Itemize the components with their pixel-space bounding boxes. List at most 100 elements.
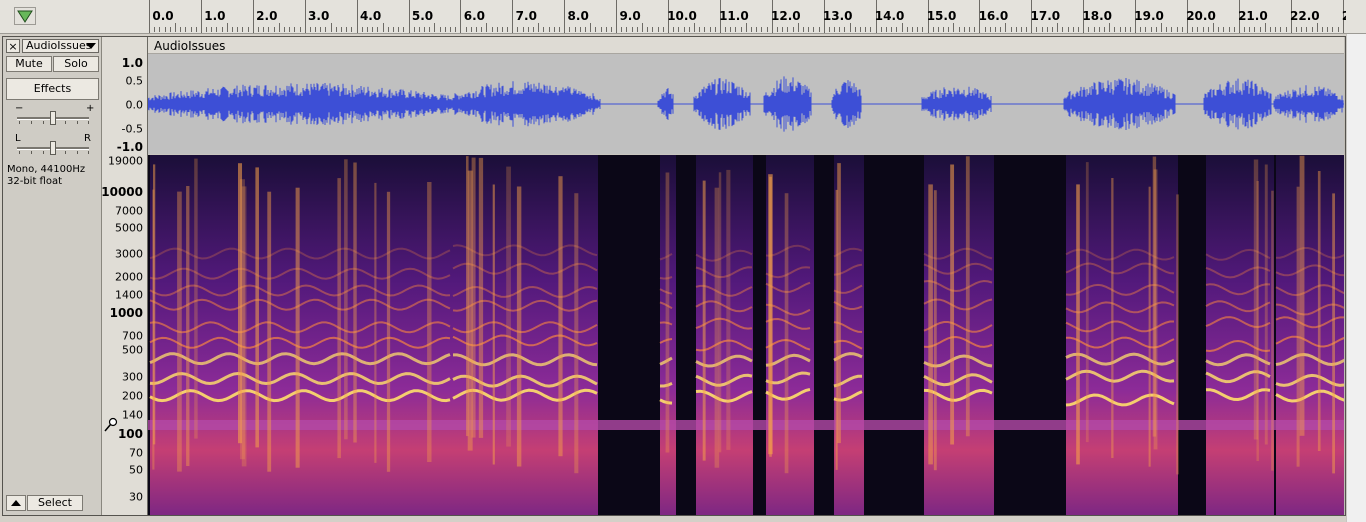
ruler-minor-tick [1327, 27, 1329, 32]
ruler-minor-tick [429, 27, 431, 32]
ruler-minor-tick [1228, 27, 1230, 32]
ruler-tick-label: 10.0 [667, 9, 697, 23]
ruler-minor-tick [911, 27, 913, 32]
ruler-minor-tick [1254, 27, 1256, 32]
ruler-minor-tick [984, 27, 986, 32]
spectrogram-scale-label: 100 [117, 427, 143, 441]
solo-button[interactable]: Solo [53, 56, 99, 72]
pan-slider-thumb[interactable] [50, 141, 56, 155]
ruler-major-tick [460, 0, 462, 33]
ruler-minor-tick [475, 27, 477, 32]
close-track-button[interactable]: × [6, 39, 20, 53]
ruler-minor-tick [481, 27, 483, 32]
ruler-minor-tick [574, 27, 576, 32]
ruler-minor-tick [652, 27, 654, 32]
ruler-minor-tick [1036, 27, 1038, 32]
ruler-minor-tick [1275, 27, 1277, 32]
ruler-minor-tick [309, 27, 311, 32]
ruler-minor-tick [854, 27, 856, 32]
ruler-minor-tick [553, 27, 555, 32]
effects-button[interactable]: Effects [6, 78, 99, 100]
ruler-minor-tick [621, 27, 623, 32]
ruler-major-tick [200, 0, 202, 33]
ruler-tick-label: 9.0 [619, 9, 641, 23]
ruler-tick-label: 0.0 [152, 9, 174, 23]
ruler-minor-tick [527, 27, 529, 32]
ruler-minor-tick [1041, 27, 1043, 32]
ruler-minor-tick [398, 27, 400, 32]
ruler-minor-tick [507, 27, 509, 32]
ruler-minor-tick [1171, 27, 1173, 32]
ruler-minor-tick [1166, 27, 1168, 32]
ruler-minor-tick [387, 27, 389, 32]
spectrogram-scale-label: 5000 [115, 221, 143, 235]
ruler-minor-tick [1015, 27, 1017, 32]
ruler-minor-tick [792, 27, 794, 32]
ruler-minor-tick [683, 27, 685, 32]
ruler-minor-tick [315, 27, 317, 32]
ruler-tick-label: 18.0 [1082, 9, 1112, 23]
ruler-minor-tick [662, 27, 664, 32]
collapse-track-button[interactable] [6, 495, 26, 511]
ruler-minor-tick [185, 27, 187, 32]
ruler-minor-tick [849, 23, 851, 32]
spectrogram-scale-label: 50 [129, 463, 143, 477]
ruler-minor-tick [1124, 27, 1126, 32]
ruler-minor-tick [548, 27, 550, 32]
ruler-minor-tick [896, 27, 898, 32]
ruler-minor-tick [870, 27, 872, 32]
ruler-minor-tick [673, 27, 675, 32]
vertical-ruler[interactable]: 1.0 0.5 0.0 -0.5 -1.0 19000 10000 7000 5000 3000 2… [101, 37, 148, 515]
timeline-ruler[interactable]: 0.0 1.0 2.0 3.0 4.0 5.0 6.0 7.0 8.0 9.0 10.0 11.0 12… [0, 0, 1366, 34]
ruler-minor-tick [730, 27, 732, 32]
ruler-left-corner [0, 0, 146, 33]
gain-max-label: + [86, 103, 95, 114]
ruler-minor-tick [600, 27, 602, 32]
ruler-minor-tick [953, 23, 955, 32]
track-display-area[interactable]: AudioIssues [148, 37, 1344, 515]
clip-title-bar[interactable]: AudioIssues [148, 37, 1344, 54]
ruler-minor-tick [880, 27, 882, 32]
ruler-minor-tick [865, 27, 867, 32]
track-name-menu[interactable]: AudioIssues [22, 39, 99, 53]
ruler-minor-tick [709, 27, 711, 32]
ruler-major-tick [304, 0, 306, 33]
ruler-tick-label: 15.0 [926, 9, 957, 23]
ruler-minor-tick [693, 23, 695, 32]
ruler-minor-tick [844, 27, 846, 32]
mute-button[interactable]: Mute [6, 56, 52, 72]
select-track-button[interactable]: Select [27, 495, 83, 511]
ruler-tick-label: 22.0 [1289, 9, 1320, 23]
ruler-minor-tick [751, 27, 753, 32]
ruler-minor-tick [1212, 23, 1214, 32]
ruler-minor-tick [1176, 27, 1178, 32]
ruler-minor-tick [579, 27, 581, 32]
ruler-minor-tick [808, 27, 810, 32]
ruler-minor-tick [1270, 27, 1272, 32]
clip-name-label: AudioIssues [154, 39, 226, 53]
spectrogram-view[interactable] [148, 155, 1344, 515]
ruler-minor-tick [263, 27, 265, 32]
ruler-minor-tick [455, 27, 457, 32]
ruler-tick-label: 21.0 [1238, 9, 1268, 23]
gain-slider-thumb[interactable] [50, 111, 56, 125]
ruler-minor-tick [1020, 27, 1022, 32]
ruler-major-tick [252, 0, 254, 33]
ruler-minor-tick [1098, 27, 1100, 32]
ruler-minor-tick [590, 23, 592, 32]
spectrogram-scale-label: 200 [122, 389, 143, 403]
ruler-minor-tick [444, 27, 446, 32]
ruler-minor-tick [787, 27, 789, 32]
ruler-minor-tick [283, 27, 285, 32]
ruler-tick-label: 7.0 [515, 9, 537, 23]
ruler-minor-tick [496, 27, 498, 32]
ruler-minor-tick [948, 27, 950, 32]
track-name-label: AudioIssues [26, 39, 92, 52]
ruler-minor-tick [1103, 27, 1105, 32]
waveform-view[interactable] [148, 54, 1344, 154]
ruler-minor-tick [974, 27, 976, 32]
ruler-minor-tick [678, 27, 680, 32]
play-head-triangle-icon[interactable] [14, 7, 36, 25]
vertical-scrollbar[interactable] [1346, 34, 1366, 522]
format-depth-label: 32-bit float [7, 176, 63, 187]
